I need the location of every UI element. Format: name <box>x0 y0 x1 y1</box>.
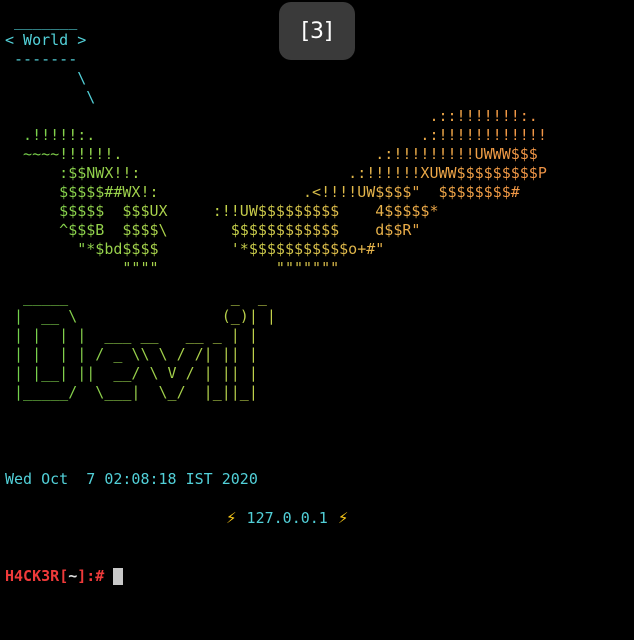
ip-line: ⚡ 127.0.0.1 ⚡ <box>226 509 348 528</box>
session-badge[interactable]: [3] <box>279 2 355 60</box>
prompt-directory: ~ <box>68 567 78 585</box>
prompt-host: H4CK3R <box>5 567 60 585</box>
prompt-bracket-close: ] <box>77 567 87 585</box>
ascii-devil-face: .::!!!!!!!:. .!!!!!:. .:!!!!!!!!!!!! ~~~… <box>5 107 629 278</box>
lightning-bolt-icon: ⚡ <box>337 509 349 527</box>
lightning-bolt-icon: ⚡ <box>226 509 237 527</box>
terminal-output: _______ < World > ------- \ \ .::!!!!!!!… <box>5 12 629 402</box>
date-line: Wed Oct 7 02:08:18 IST 2020 <box>5 470 258 488</box>
ip-address: 127.0.0.1 <box>246 509 328 527</box>
ascii-devil-logo: _____ _ _ | __ \ (_)| | | | | | ___ __ _… <box>5 288 629 402</box>
prompt-bracket-open: [ <box>59 567 69 585</box>
text-cursor[interactable] <box>113 568 124 585</box>
shell-prompt[interactable]: H4CK3R[~]:# <box>5 567 124 586</box>
prompt-suffix: :# <box>86 567 105 585</box>
